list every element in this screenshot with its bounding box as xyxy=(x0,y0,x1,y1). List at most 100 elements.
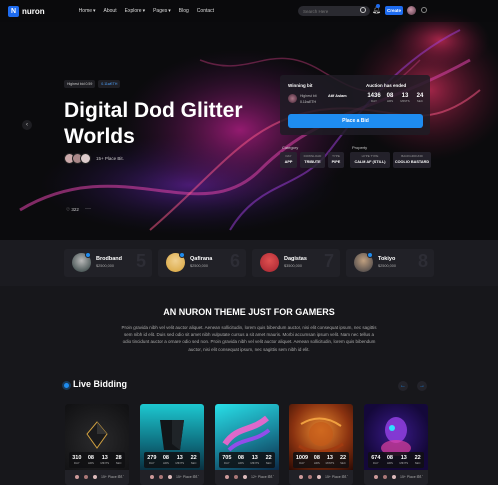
countdown-days: 1436 DAY xyxy=(367,93,381,103)
owner-avatar[interactable] xyxy=(158,474,164,480)
creator-rank: 6 xyxy=(229,251,240,271)
hero-tag-eth: 0.11wETH xyxy=(98,80,121,88)
menu-item-home[interactable]: Home ▾ xyxy=(79,8,96,14)
search-icon[interactable] xyxy=(360,7,366,13)
notification-dot xyxy=(376,4,380,8)
category-download[interactable]: DOWNLOAD TRIBUTE xyxy=(300,152,325,168)
menu-item-pages[interactable]: Pages ▾ xyxy=(153,8,171,14)
nft-card[interactable]: 1009 DAY 08 HRS 13 MINTS 22 SEC 15+ Place Bi… xyxy=(289,404,353,485)
theme-toggle-icon[interactable] xyxy=(421,7,427,13)
auction-label: Auction has ended xyxy=(366,83,407,88)
owner-avatar[interactable] xyxy=(316,474,322,480)
hero-tags: Highest bid 0.59 0.11wETH xyxy=(64,80,121,88)
owner-avatar[interactable] xyxy=(224,474,230,480)
section-title: AN NURON THEME JUST FOR GAMERS xyxy=(163,307,335,317)
chevron-down-icon: ▾ xyxy=(142,8,146,14)
card-more-button[interactable]: ··· xyxy=(418,473,423,479)
owner-avatar[interactable] xyxy=(83,474,89,480)
countdown-hours: 08 HRS xyxy=(386,93,394,103)
creator-avatar[interactable] xyxy=(260,253,279,272)
owner-avatar[interactable] xyxy=(307,474,313,480)
heart-icon: ♡ xyxy=(66,207,71,212)
owner-avatar[interactable] xyxy=(382,474,388,480)
brand-name: nuron xyxy=(22,6,45,16)
live-indicator xyxy=(64,383,69,388)
creator-card[interactable]: Dagistas $3500,000 7 xyxy=(252,249,340,277)
card-more-button[interactable]: ··· xyxy=(119,473,124,479)
creator-name[interactable]: Dagistas xyxy=(284,256,307,262)
hero-title: Digital Dod Glitter Worlds xyxy=(64,99,243,148)
hero-owners: 15+ Place Bit. xyxy=(64,153,124,164)
brand-mark: N xyxy=(8,5,19,17)
hero-prev-arrow[interactable]: ‹ xyxy=(22,120,32,130)
nft-card[interactable]: 705 DAY 08 HRS 13 MINTS 22 SEC 12+ Place Bit… xyxy=(215,404,279,485)
verified-icon xyxy=(179,252,185,258)
owner-avatar[interactable] xyxy=(92,474,98,480)
bid-value: 0.11wETH xyxy=(300,100,317,104)
section-description: Proin gravida nibh vel velit auctor aliq… xyxy=(121,325,377,352)
card-countdown: 674 DAY 08 HRS 13 MINTS 22 SEC xyxy=(368,452,424,468)
verified-icon xyxy=(367,252,373,258)
category-day[interactable]: DAY APP xyxy=(280,152,297,168)
creator-rank: 8 xyxy=(417,251,428,271)
nft-card[interactable]: 674 DAY 08 HRS 13 MINTS 22 SEC 15+ Place Bit… xyxy=(364,404,428,485)
highest-bit-label: Highest bit xyxy=(300,94,317,98)
creator-card[interactable]: Qafirana $2500,000 6 xyxy=(158,249,246,277)
hero-more-button[interactable]: ··· xyxy=(85,206,91,212)
owner-avatar[interactable] xyxy=(373,474,379,480)
owner-avatar[interactable] xyxy=(298,474,304,480)
card-owners: 15+ Place Bit. xyxy=(69,474,123,480)
owners-label: 15+ Place Bit. xyxy=(96,156,124,161)
carousel-next-button[interactable]: → xyxy=(417,381,427,391)
card-more-button[interactable]: ··· xyxy=(194,473,199,479)
countdown-minutes: 13 MINTS xyxy=(400,93,410,103)
owner-avatar[interactable] xyxy=(74,474,80,480)
like-count[interactable]: ♡ 322 xyxy=(66,207,79,213)
creator-eth: $2500,000 xyxy=(378,264,396,268)
creator-rank: 5 xyxy=(135,251,146,271)
verified-icon xyxy=(85,252,91,258)
chevron-down-icon: ▾ xyxy=(93,8,96,14)
card-countdown: 1009 DAY 08 HRS 13 MINTS 22 SEC xyxy=(293,452,349,468)
owner-avatar[interactable] xyxy=(167,474,173,480)
creator-name[interactable]: Qafirana xyxy=(190,256,212,262)
owner-avatar[interactable] xyxy=(233,474,239,480)
menu-item-contact[interactable]: Contact xyxy=(197,8,214,14)
hero-section: Highest bid 0.59 0.11wETH Digital Dod Gl… xyxy=(0,0,498,240)
property-hype[interactable]: HYPE TYPE CALM AF (STILL) xyxy=(350,152,390,168)
property-background[interactable]: BACKGROUND COOLIO BASTARD xyxy=(393,152,431,168)
place-bid-button[interactable]: Place a Bid xyxy=(288,114,423,128)
creator-name[interactable]: Tokiyo xyxy=(378,256,395,262)
nft-card[interactable]: 310 DAY 08 HRS 13 MINTS 28 SEC 15+ Place Bit… xyxy=(65,404,129,485)
chevron-down-icon: ▾ xyxy=(168,8,171,14)
main-menu: Home ▾ About Explore ▾ Pages ▾ Blog Contact xyxy=(79,8,214,14)
owner-avatar[interactable] xyxy=(391,474,397,480)
bidder-name[interactable]: Atif Aslam xyxy=(328,94,347,98)
menu-item-explore[interactable]: Explore ▾ xyxy=(125,8,145,14)
creator-eth: $3500,000 xyxy=(284,264,302,268)
menu-item-about[interactable]: About xyxy=(104,8,117,14)
card-more-button[interactable]: ··· xyxy=(343,473,348,479)
brand-logo[interactable]: N nuron xyxy=(8,5,45,17)
create-button[interactable]: Create xyxy=(385,6,403,15)
owner-avatar[interactable] xyxy=(242,474,248,480)
category-type[interactable]: TYPE PIPE xyxy=(328,152,344,168)
creator-eth: $2500,000 xyxy=(96,264,114,268)
creator-rank: 7 xyxy=(323,251,334,271)
owner-avatar[interactable] xyxy=(80,153,91,164)
property-heading: Property xyxy=(352,145,368,150)
card-countdown: 279 DAY 08 HRS 13 MINTS 22 SEC xyxy=(144,452,200,468)
bidder-avatar[interactable] xyxy=(288,94,297,103)
owner-avatar[interactable] xyxy=(149,474,155,480)
nft-card[interactable]: 279 DAY 08 HRS 13 MINTS 22 SEC 15+ Place Bit… xyxy=(140,404,204,485)
hero-tag-highest: Highest bid 0.59 xyxy=(64,80,96,88)
creator-card[interactable]: Brodband $2500,000 5 xyxy=(64,249,152,277)
live-bidding-title: Live Bidding xyxy=(73,379,127,389)
creator-name[interactable]: Brodband xyxy=(96,256,122,262)
creator-card[interactable]: Tokiyo $2500,000 8 xyxy=(346,249,434,277)
carousel-prev-button[interactable]: ← xyxy=(398,381,408,391)
menu-item-blog[interactable]: Blog xyxy=(179,8,189,14)
user-avatar[interactable] xyxy=(407,6,416,15)
card-more-button[interactable]: ··· xyxy=(269,473,274,479)
like-value: 322 xyxy=(71,207,79,212)
